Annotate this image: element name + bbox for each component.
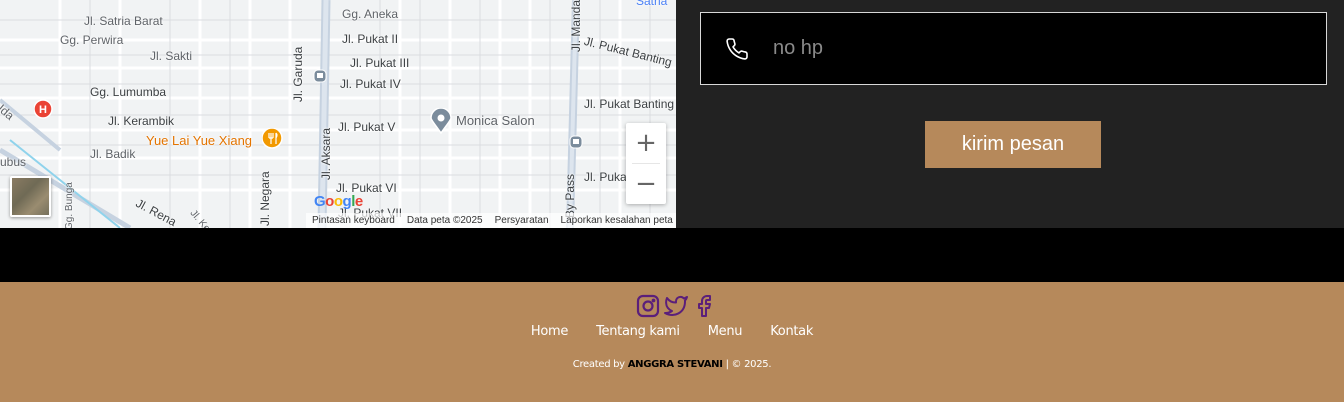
footer-credit: Created by ANGGRA STEVANI | © 2025. bbox=[0, 359, 1344, 370]
phone-input[interactable] bbox=[773, 37, 1293, 60]
street-label: Jl. Badik bbox=[90, 147, 136, 161]
street-label: Jl. Sakti bbox=[150, 49, 193, 63]
send-message-button[interactable]: kirim pesan bbox=[925, 121, 1101, 168]
restaurant-poi-label[interactable]: Yue Lai Yue Xiang bbox=[146, 133, 252, 148]
salon-marker-icon[interactable] bbox=[430, 108, 452, 134]
facebook-icon[interactable] bbox=[692, 294, 716, 318]
street-label: Jl. Pukat III bbox=[350, 56, 410, 70]
twitter-icon[interactable] bbox=[664, 294, 688, 318]
restaurant-marker-icon[interactable] bbox=[262, 128, 284, 152]
map-data-text: Data peta ©2025 bbox=[406, 215, 483, 226]
footer-link-contact[interactable]: Kontak bbox=[756, 324, 827, 339]
footer-nav: Home Tentang kami Menu Kontak bbox=[0, 324, 1344, 339]
street-label: Gg. Lumumba bbox=[90, 85, 167, 99]
svg-text:H: H bbox=[39, 104, 47, 116]
hospital-marker-icon[interactable]: H bbox=[34, 99, 54, 121]
street-label: Jl. Mandala bbox=[569, 0, 583, 52]
google-logo: Google bbox=[314, 193, 363, 210]
credit-prefix: Created by bbox=[572, 359, 625, 370]
satellite-toggle-thumbnail[interactable] bbox=[10, 176, 51, 217]
credit-suffix: | © 2025. bbox=[725, 359, 772, 370]
street-label: Jl. Pukat II bbox=[342, 32, 399, 46]
street-label: Jl. Satria Barat bbox=[84, 14, 163, 28]
zoom-in-button[interactable]: + bbox=[626, 123, 666, 163]
site-footer: Home Tentang kami Menu Kontak Created by… bbox=[0, 282, 1344, 402]
phone-input-group[interactable] bbox=[700, 12, 1327, 85]
street-label: Jl. Pukat bbox=[584, 170, 631, 184]
transit-icon bbox=[569, 135, 583, 149]
terms-link[interactable]: Persyaratan bbox=[489, 215, 555, 226]
social-links bbox=[636, 294, 716, 318]
transit-icon bbox=[313, 69, 327, 83]
report-error-link[interactable]: Laporkan kesalahan peta bbox=[555, 215, 676, 226]
street-label: Jl. Pukat Banting bbox=[584, 97, 675, 111]
instagram-icon[interactable] bbox=[636, 294, 660, 318]
map-zoom-control: + − bbox=[626, 123, 666, 204]
map-embed[interactable]: Jl. Satria Barat Gg. Aneka Gg. Perwira J… bbox=[0, 0, 676, 228]
street-label: Jl. Kerambik bbox=[108, 114, 175, 128]
top-section: Jl. Satria Barat Gg. Aneka Gg. Perwira J… bbox=[0, 0, 1344, 228]
keyboard-shortcuts-link[interactable]: Pintasan keyboard bbox=[306, 215, 401, 226]
street-label: Jl. Negara bbox=[258, 171, 272, 226]
footer-spacer bbox=[0, 228, 1344, 282]
footer-link-about[interactable]: Tentang kami bbox=[582, 324, 694, 339]
street-label: Satria bbox=[636, 0, 668, 8]
street-label: Gg. Perwira bbox=[60, 33, 124, 47]
street-label: Jl. Aksara bbox=[319, 127, 333, 180]
street-label: Gg. Aneka bbox=[342, 7, 399, 21]
street-label: ubus bbox=[0, 155, 27, 169]
street-label: Jl. Pukat IV bbox=[340, 77, 401, 91]
footer-link-home[interactable]: Home bbox=[517, 324, 582, 339]
street-label: By Pass bbox=[563, 173, 577, 218]
street-label: Jl. Garuda bbox=[291, 46, 305, 102]
contact-form: kirim pesan bbox=[676, 0, 1344, 228]
zoom-out-button[interactable]: − bbox=[626, 164, 666, 204]
street-label: Gg. Bunga bbox=[64, 182, 75, 228]
phone-icon bbox=[701, 12, 773, 85]
footer-link-menu[interactable]: Menu bbox=[694, 324, 757, 339]
map-attribution-bar: Pintasan keyboard Data peta ©2025 Persya… bbox=[306, 213, 676, 228]
credit-author: ANGGRA STEVANI bbox=[627, 359, 723, 370]
street-label: Jl. Pukat V bbox=[338, 120, 396, 134]
salon-poi-label[interactable]: Monica Salon bbox=[456, 113, 535, 128]
